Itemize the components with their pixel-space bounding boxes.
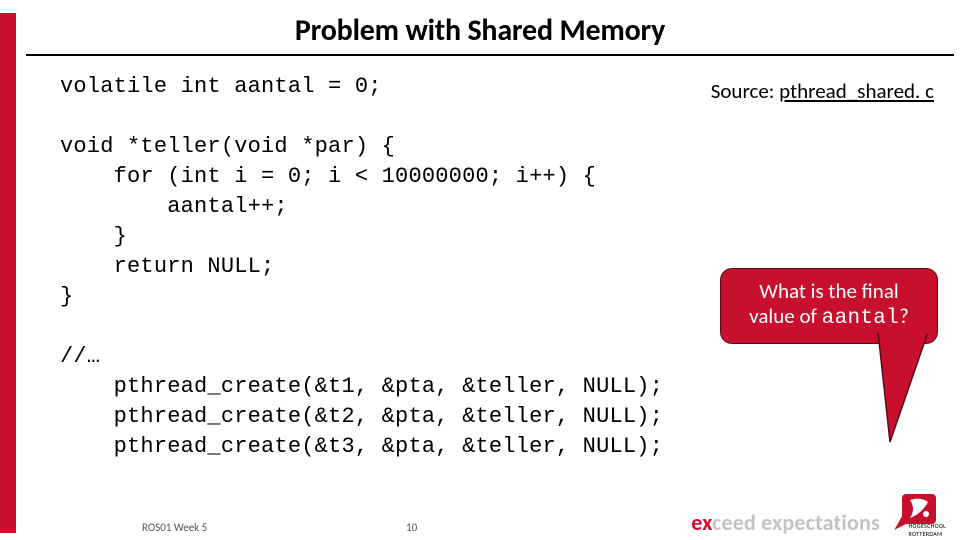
callout-line1: What is the final (759, 278, 898, 304)
code-block: volatile int aantal = 0; void *teller(vo… (60, 72, 936, 462)
left-accent-bar (0, 13, 16, 533)
code-line: for (int i = 0; i < 10000000; i++) { (60, 164, 596, 189)
brand-slogan-mid: ceed (712, 509, 761, 536)
slide-title: Problem with Shared Memory (0, 12, 960, 49)
brand-slogan-suffix: expectations (761, 509, 880, 536)
callout-line2b: ? (899, 303, 909, 329)
brand-school-top: HOGESCHOOL (908, 522, 946, 530)
callout-line2a: value of (749, 303, 822, 329)
footer-course: ROS01 Week 5 (142, 521, 207, 534)
brand-slogan: exceed expectations (691, 509, 880, 536)
code-line: pthread_create(&t1, &pta, &teller, NULL)… (60, 374, 663, 399)
code-line: return NULL; (60, 254, 274, 279)
callout-code-word: aantal (822, 307, 899, 330)
code-line: } (60, 284, 73, 309)
code-line: volatile int aantal = 0; (60, 74, 382, 99)
brand-school-bottom: ROTTERDAM (908, 530, 942, 538)
code-line: } (60, 224, 127, 249)
code-line: pthread_create(&t2, &pta, &teller, NULL)… (60, 404, 663, 429)
code-line: pthread_create(&t3, &pta, &teller, NULL)… (60, 434, 663, 459)
code-line: void *teller(void *par) { (60, 134, 395, 159)
page-number: 10 (406, 521, 417, 534)
code-line: //… (60, 344, 100, 369)
title-divider (26, 54, 954, 56)
brand-school-name: HOGESCHOOL ROTTERDAM (908, 522, 946, 538)
brand-slogan-highlight: ex (691, 509, 712, 536)
code-line: aantal++; (60, 194, 288, 219)
